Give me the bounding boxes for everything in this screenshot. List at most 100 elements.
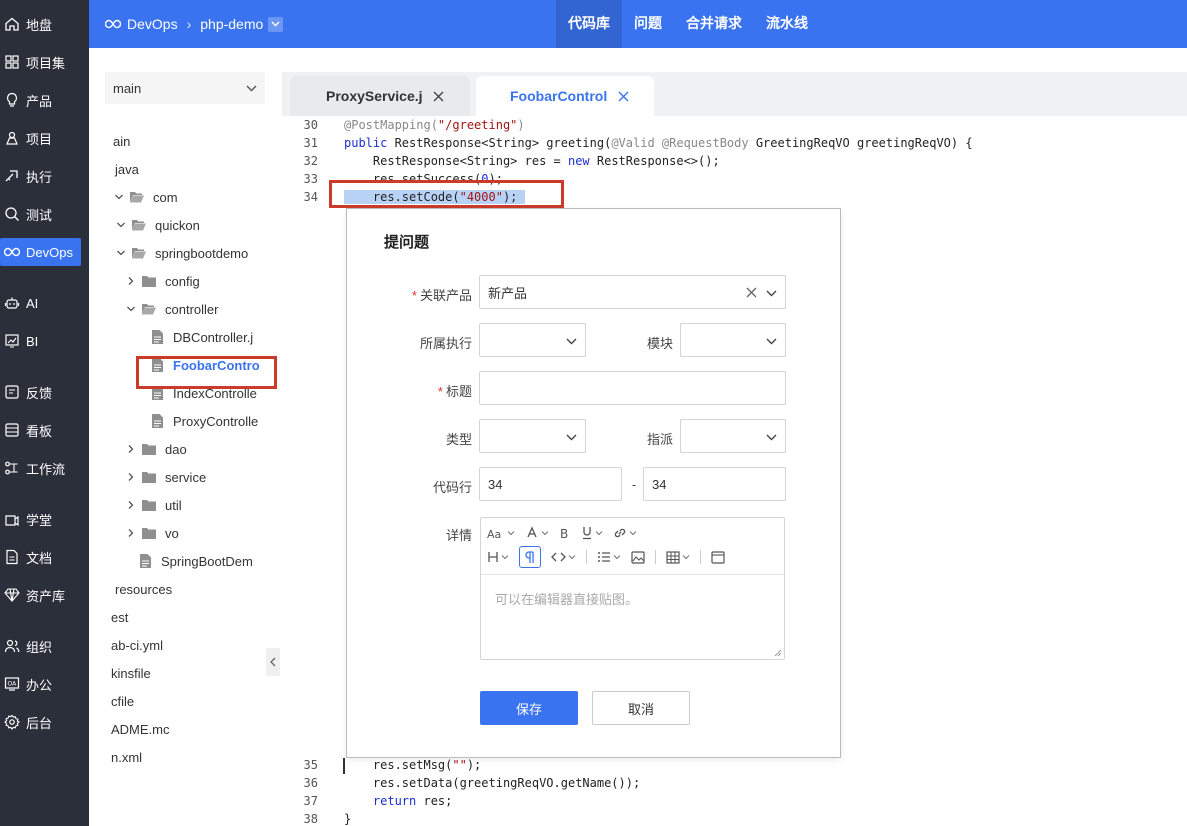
tree-row-label: resources xyxy=(115,581,173,597)
code-icon[interactable] xyxy=(551,546,576,568)
chevron-down-icon[interactable] xyxy=(125,303,137,315)
nav-item-2[interactable]: 产品 xyxy=(0,86,89,114)
tree-row[interactable]: util xyxy=(125,494,182,516)
tree-row[interactable]: quickon xyxy=(115,214,200,236)
underline-icon[interactable] xyxy=(581,522,603,544)
heading-icon[interactable] xyxy=(487,546,509,568)
robot-icon xyxy=(4,295,20,311)
chevron-down-icon[interactable] xyxy=(113,191,125,203)
list-icon[interactable] xyxy=(597,546,621,568)
code-line[interactable]: 38} xyxy=(282,812,1187,826)
tree-row[interactable]: cfile xyxy=(111,690,134,712)
tree-row[interactable]: springbootdemo xyxy=(115,242,248,264)
clear-icon[interactable] xyxy=(746,287,757,298)
chevron-down-icon[interactable] xyxy=(115,247,127,259)
top-tab-2[interactable]: 合并请求 xyxy=(674,0,754,48)
module-select[interactable] xyxy=(680,323,786,357)
chevron-right-icon[interactable] xyxy=(125,499,137,511)
tree-row[interactable]: est xyxy=(111,606,128,628)
resize-handle-icon[interactable] xyxy=(774,649,782,657)
nav-item-14[interactable]: 资产库 xyxy=(0,581,89,609)
breadcrumb-repo[interactable]: php-demo xyxy=(200,16,263,32)
line-from-input[interactable]: 34 xyxy=(479,467,622,501)
tree-row[interactable]: ADME.mc xyxy=(111,718,170,740)
table-icon[interactable] xyxy=(666,546,690,568)
assign-select[interactable] xyxy=(680,419,786,453)
detail-editor[interactable]: Aa B 可以在编辑器直接贴图。 xyxy=(480,517,785,660)
tree-row-label: cfile xyxy=(111,693,135,709)
repo-dropdown-button[interactable] xyxy=(268,16,284,32)
font-size-icon[interactable]: Aa xyxy=(487,522,515,544)
nav-item-9[interactable]: 反馈 xyxy=(0,378,89,406)
nav-item-6[interactable]: DevOps xyxy=(0,238,81,266)
top-tab-0[interactable]: 代码库 xyxy=(556,0,622,48)
code-line[interactable]: 36 res.setData(greetingReqVO.getName()); xyxy=(282,776,1187,794)
tree-row[interactable]: service xyxy=(125,466,206,488)
tree-row[interactable]: ain xyxy=(113,130,130,152)
product-select[interactable]: 新产品 xyxy=(479,275,786,309)
nav-item-10[interactable]: 看板 xyxy=(0,416,89,444)
tree-row[interactable]: DBController.j xyxy=(149,326,253,348)
nav-item-3[interactable]: 项目 xyxy=(0,124,89,152)
cancel-button[interactable]: 取消 xyxy=(592,691,690,725)
top-tab-3[interactable]: 流水线 xyxy=(754,0,820,48)
tree-row[interactable]: ProxyControlle xyxy=(149,410,258,432)
nav-item-17[interactable]: 后台 xyxy=(0,708,89,736)
line-to-input[interactable]: 34 xyxy=(643,467,786,501)
tree-row-label: controller xyxy=(165,301,219,317)
tree-row[interactable]: kinsfile xyxy=(111,662,151,684)
link-icon[interactable] xyxy=(613,522,637,544)
save-button[interactable]: 保存 xyxy=(480,691,578,725)
editor-tab-foobarcontrol[interactable]: FoobarControl xyxy=(476,76,654,116)
image-icon[interactable] xyxy=(631,546,645,568)
tree-row[interactable]: ab-ci.yml xyxy=(111,634,163,656)
code-line[interactable]: 37 return res; xyxy=(282,794,1187,812)
breadcrumb-devops[interactable]: DevOps xyxy=(127,16,178,32)
code-line[interactable]: 32 RestResponse<String> res = new RestRe… xyxy=(282,154,1187,172)
tree-row[interactable]: controller xyxy=(125,298,218,320)
code-line[interactable]: 31 public RestResponse<String> greeting(@… xyxy=(282,136,1187,154)
tree-row[interactable]: java xyxy=(115,158,139,180)
text-color-icon[interactable] xyxy=(525,522,549,544)
code-line[interactable]: 35 res.setMsg(""); xyxy=(282,758,1187,776)
tree-row[interactable]: vo xyxy=(125,522,179,544)
paragraph-icon[interactable] xyxy=(519,546,541,568)
execution-select[interactable] xyxy=(479,323,586,357)
tree-row[interactable]: dao xyxy=(125,438,187,460)
nav-item-16[interactable]: OA 办公 xyxy=(0,670,89,698)
collapse-tree-button[interactable] xyxy=(266,648,280,676)
chevron-right-icon[interactable] xyxy=(125,443,137,455)
code-token: ); xyxy=(466,758,482,772)
nav-item-0[interactable]: 地盘 xyxy=(0,10,89,38)
close-icon[interactable] xyxy=(617,90,629,102)
nav-item-4[interactable]: 执行 xyxy=(0,162,89,190)
tree-row[interactable]: SpringBootDem xyxy=(137,550,253,572)
title-input[interactable] xyxy=(479,371,786,405)
type-select[interactable] xyxy=(479,419,586,453)
nav-item-1[interactable]: 项目集 xyxy=(0,48,89,76)
nav-item-13[interactable]: 文档 xyxy=(0,543,89,571)
chevron-down-icon[interactable] xyxy=(115,219,127,231)
tree-row[interactable]: n.xml xyxy=(111,746,142,768)
editor-tab-proxyservice[interactable]: ProxyService.j xyxy=(290,76,470,116)
code-line[interactable]: 30 @PostMapping("/greeting") xyxy=(282,118,1187,136)
nav-item-15[interactable]: 组织 xyxy=(0,632,89,660)
nav-item-11[interactable]: 工作流 xyxy=(0,454,89,482)
breadcrumb: DevOps › php-demo xyxy=(105,0,284,48)
branch-select[interactable]: main xyxy=(105,72,265,104)
nav-item-8[interactable]: BI xyxy=(0,327,89,355)
chevron-right-icon[interactable] xyxy=(125,275,137,287)
bold-icon[interactable]: B xyxy=(559,522,571,544)
top-tab-1[interactable]: 问题 xyxy=(622,0,674,48)
nav-item-7[interactable]: AI xyxy=(0,289,89,317)
tree-row[interactable]: resources xyxy=(115,578,172,600)
chevron-right-icon[interactable] xyxy=(125,471,137,483)
tree-row[interactable]: com xyxy=(113,186,178,208)
nav-item-5[interactable]: 测试 xyxy=(0,200,89,228)
fullscreen-icon[interactable] xyxy=(711,546,725,568)
tree-row-label: SpringBootDem xyxy=(161,553,253,569)
close-icon[interactable] xyxy=(433,90,445,102)
tree-row[interactable]: config xyxy=(125,270,200,292)
chevron-right-icon[interactable] xyxy=(125,527,137,539)
nav-item-12[interactable]: 学堂 xyxy=(0,505,89,533)
